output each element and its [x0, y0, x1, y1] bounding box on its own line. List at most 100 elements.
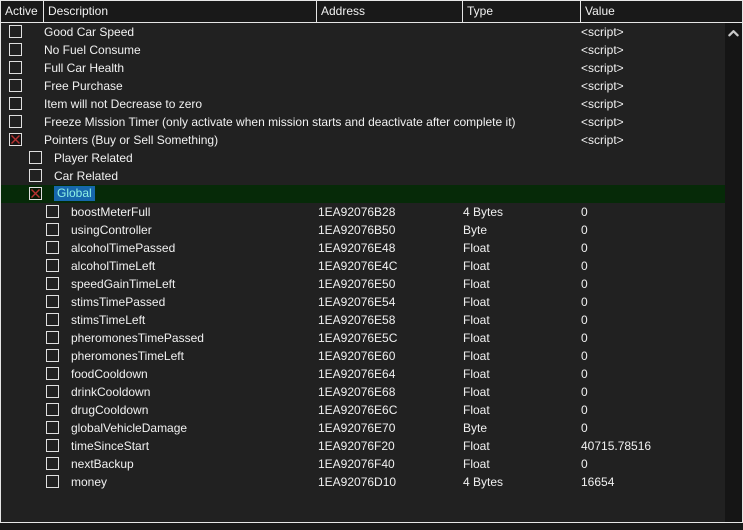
description-label: Player Related	[54, 151, 133, 165]
active-checkbox[interactable]	[9, 79, 22, 92]
table-row[interactable]: foodCooldown 1EA92076E64 Float 0	[1, 365, 725, 383]
value-cell[interactable]: 16654	[581, 473, 614, 491]
table-row[interactable]: drugCooldown 1EA92076E6C Float 0	[1, 401, 725, 419]
column-header-type[interactable]: Type	[462, 1, 580, 22]
active-checkbox[interactable]	[46, 385, 59, 398]
table-row[interactable]: Global	[1, 185, 725, 203]
table-row[interactable]: Free Purchase <script>	[1, 77, 725, 95]
column-header-value[interactable]: Value	[580, 1, 742, 22]
value-cell[interactable]: <script>	[581, 95, 624, 113]
value-cell[interactable]: 0	[581, 275, 588, 293]
active-checkbox[interactable]	[9, 43, 22, 56]
vertical-scrollbar[interactable]	[725, 23, 742, 522]
table-row[interactable]: Item will not Decrease to zero <script>	[1, 95, 725, 113]
value-cell[interactable]: 0	[581, 257, 588, 275]
table-row[interactable]: alcoholTimeLeft 1EA92076E4C Float 0	[1, 257, 725, 275]
table-row[interactable]: Car Related	[1, 167, 725, 185]
description-label: pheromonesTimeLeft	[71, 349, 184, 363]
table-row[interactable]: Good Car Speed <script>	[1, 23, 725, 41]
table-row[interactable]: pheromonesTimePassed 1EA92076E5C Float 0	[1, 329, 725, 347]
active-checkbox[interactable]	[46, 259, 59, 272]
column-header-address[interactable]: Address	[316, 1, 462, 22]
table-row[interactable]: nextBackup 1EA92076F40 Float 0	[1, 455, 725, 473]
table-row[interactable]: alcoholTimePassed 1EA92076E48 Float 0	[1, 239, 725, 257]
value-cell[interactable]: 0	[581, 329, 588, 347]
active-checkbox[interactable]	[46, 349, 59, 362]
value-cell[interactable]: <script>	[581, 77, 624, 95]
value-cell[interactable]: <script>	[581, 131, 624, 149]
active-checkbox[interactable]	[46, 277, 59, 290]
table-row[interactable]: Freeze Mission Timer (only activate when…	[1, 113, 725, 131]
value-cell[interactable]: 0	[581, 401, 588, 419]
type-cell: Float	[463, 313, 490, 327]
active-checkbox[interactable]	[46, 331, 59, 344]
active-checkbox[interactable]	[46, 439, 59, 452]
scroll-up-button[interactable]	[725, 25, 742, 41]
value-cell[interactable]: <script>	[581, 113, 624, 131]
value-cell[interactable]: 0	[581, 365, 588, 383]
value-cell[interactable]: <script>	[581, 23, 624, 41]
value-cell[interactable]: 40715.78516	[581, 437, 651, 455]
type-cell: Float	[463, 439, 490, 453]
value-cell[interactable]: 0	[581, 419, 588, 437]
active-checkbox[interactable]	[9, 61, 22, 74]
table-row[interactable]: No Fuel Consume <script>	[1, 41, 725, 59]
value-cell[interactable]: 0	[581, 239, 588, 257]
active-checkbox[interactable]	[46, 367, 59, 380]
description-label: timeSinceStart	[71, 439, 150, 453]
value-cell[interactable]: 0	[581, 293, 588, 311]
description-label: alcoholTimeLeft	[71, 259, 156, 273]
table-row[interactable]: Full Car Health <script>	[1, 59, 725, 77]
value-cell[interactable]: 0	[581, 203, 588, 221]
table-row[interactable]: drinkCooldown 1EA92076E68 Float 0	[1, 383, 725, 401]
description-label: Freeze Mission Timer (only activate when…	[44, 115, 516, 129]
active-checkbox[interactable]	[46, 223, 59, 236]
table-row[interactable]: stimsTimeLeft 1EA92076E58 Float 0	[1, 311, 725, 329]
active-checkbox[interactable]	[46, 205, 59, 218]
value-cell[interactable]: 0	[581, 383, 588, 401]
table-row[interactable]: pheromonesTimeLeft 1EA92076E60 Float 0	[1, 347, 725, 365]
description-label: Good Car Speed	[44, 25, 135, 39]
table-row[interactable]: boostMeterFull 1EA92076B28 4 Bytes 0	[1, 203, 725, 221]
address-list-body: Good Car Speed <script> No Fuel Consume <sc…	[1, 23, 725, 522]
active-checkbox[interactable]	[9, 97, 22, 110]
active-checkbox[interactable]	[46, 241, 59, 254]
description-label: alcoholTimePassed	[71, 241, 176, 255]
column-header-active[interactable]: Active	[1, 1, 43, 22]
value-cell[interactable]: 0	[581, 455, 588, 473]
active-checkbox[interactable]	[9, 115, 22, 128]
table-row[interactable]: globalVehicleDamage 1EA92076E70 Byte 0	[1, 419, 725, 437]
type-cell: Float	[463, 349, 490, 363]
active-checkbox-checked[interactable]	[9, 133, 22, 146]
active-checkbox[interactable]	[29, 169, 42, 182]
active-checkbox-checked[interactable]	[29, 187, 42, 200]
value-cell[interactable]: <script>	[581, 41, 624, 59]
address-cell: 1EA92076E70	[318, 421, 396, 435]
column-header-description[interactable]: Description	[43, 1, 316, 22]
description-label: globalVehicleDamage	[71, 421, 188, 435]
active-checkbox[interactable]	[46, 421, 59, 434]
active-checkbox[interactable]	[29, 151, 42, 164]
value-cell[interactable]: 0	[581, 311, 588, 329]
table-row[interactable]: timeSinceStart 1EA92076F20 Float 40715.7851…	[1, 437, 725, 455]
table-row[interactable]: speedGainTimeLeft 1EA92076E50 Float 0	[1, 275, 725, 293]
table-row[interactable]: Player Related	[1, 149, 725, 167]
description-label: drugCooldown	[71, 403, 149, 417]
table-row[interactable]: stimsTimePassed 1EA92076E54 Float 0	[1, 293, 725, 311]
value-cell[interactable]: 0	[581, 221, 588, 239]
active-checkbox[interactable]	[46, 457, 59, 470]
value-cell[interactable]: 0	[581, 347, 588, 365]
table-row[interactable]: usingController 1EA92076B50 Byte 0	[1, 221, 725, 239]
active-checkbox[interactable]	[46, 475, 59, 488]
type-cell: Float	[463, 241, 490, 255]
address-cell: 1EA92076B50	[318, 223, 396, 237]
table-row[interactable]: money 1EA92076D10 4 Bytes 16654	[1, 473, 725, 491]
description-label: Full Car Health	[44, 61, 125, 75]
table-row[interactable]: Pointers (Buy or Sell Something) <script>	[1, 131, 725, 149]
active-checkbox[interactable]	[46, 403, 59, 416]
active-checkbox[interactable]	[46, 313, 59, 326]
value-cell[interactable]: <script>	[581, 59, 624, 77]
active-checkbox[interactable]	[9, 25, 22, 38]
active-checkbox[interactable]	[46, 295, 59, 308]
address-cell: 1EA92076D10	[318, 475, 397, 489]
